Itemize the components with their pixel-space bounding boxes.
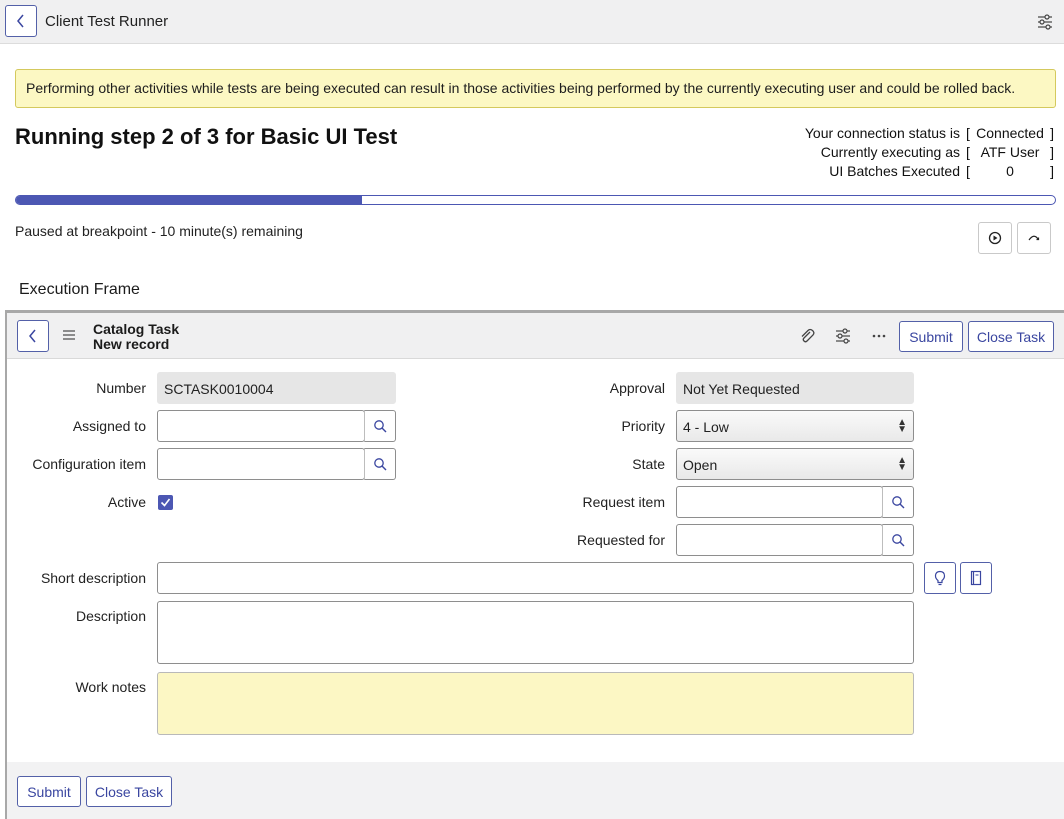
form-back-button[interactable] [17,320,49,352]
status-value: 0 [1006,163,1014,179]
approval-label: Approval [609,380,665,396]
requested-for-search-button[interactable] [882,524,914,556]
active-label: Active [107,494,146,510]
step-over-button[interactable] [1017,222,1051,254]
active-checkbox[interactable] [158,495,173,510]
checkmark-icon [160,498,171,507]
run-title: Running step 2 of 3 for Basic UI Test [15,124,398,149]
form-title: Catalog Task [93,321,180,337]
configuration-item-search-button[interactable] [364,448,396,480]
configuration-item-input[interactable] [157,448,365,480]
chevron-left-icon [29,329,36,343]
search-icon [374,458,387,471]
sort-arrows-icon: ▲ ▼ [897,417,907,435]
number-label: Number [96,380,146,396]
priority-value: 4 - Low [683,419,729,435]
assigned-to-label: Assigned to [72,418,146,434]
progress-fill [16,196,362,204]
status-label: UI Batches Executed [829,163,960,179]
work-notes-label: Work notes [75,679,146,695]
state-select[interactable]: Open ▲ ▼ [676,448,914,480]
priority-label: Priority [621,418,665,434]
chevron-left-icon [17,14,24,28]
status-label: Currently executing as [820,144,960,160]
footer-submit-button[interactable]: Submit [17,776,81,807]
sort-arrows-icon: ▲ ▼ [897,455,907,473]
book-icon [970,570,982,586]
warning-banner: Performing other activities while tests … [15,69,1056,108]
requested-for-label: Requested for [577,532,665,548]
hamburger-icon[interactable] [61,327,77,343]
search-icon [892,496,905,509]
footer-close-task-button[interactable]: Close Task [86,776,172,807]
paperclip-icon[interactable] [798,327,816,345]
request-item-input[interactable] [676,486,883,518]
form-subtitle: New record [93,336,170,352]
top-bar: Client Test Runner [0,0,1064,44]
description-label: Description [75,608,146,624]
close-task-button[interactable]: Close Task [968,321,1054,352]
number-field: SCTASK0010004 [157,372,396,404]
request-item-search-button[interactable] [882,486,914,518]
sliders-icon[interactable] [1036,13,1054,31]
requested-for-input[interactable] [676,524,883,556]
short-description-input[interactable] [157,562,914,594]
submit-button[interactable]: Submit [899,321,963,352]
knowledge-button[interactable] [960,562,992,594]
status-value: ATF User [980,144,1040,160]
page-title: Client Test Runner [45,13,169,30]
status-row: Your connection status is [Connected] [804,125,1054,141]
status-row: UI Batches Executed [0] [829,163,1054,179]
status-label: Your connection status is [804,125,960,141]
status-row: Currently executing as [ATF User] [820,144,1054,160]
approval-field: Not Yet Requested [676,372,914,404]
assigned-to-input[interactable] [157,410,365,442]
work-notes-textarea[interactable] [157,672,914,735]
paused-status: Paused at breakpoint - 10 minute(s) rema… [15,223,303,239]
request-item-label: Request item [582,494,665,510]
resume-button[interactable] [978,222,1012,254]
progress-bar [15,195,1056,205]
state-value: Open [683,457,718,473]
step-over-icon [1028,235,1040,241]
back-button[interactable] [5,5,37,37]
connection-status: Your connection status is [Connected] Cu… [805,124,1054,181]
priority-select[interactable]: 4 - Low ▲ ▼ [676,410,914,442]
form-header: Catalog Task New record Submit Close Tas… [7,313,1064,359]
description-textarea[interactable] [157,601,914,664]
search-icon [892,534,905,547]
more-options-icon[interactable] [870,327,888,345]
short-description-label: Short description [40,570,146,586]
lightbulb-icon [934,570,946,586]
search-icon [374,420,387,433]
play-icon [988,231,1002,245]
suggestion-button[interactable] [924,562,956,594]
state-label: State [632,456,665,472]
execution-frame-label: Execution Frame [19,281,140,298]
configuration-item-label: Configuration item [32,456,146,472]
status-value: Connected [976,125,1044,141]
assigned-to-search-button[interactable] [364,410,396,442]
sliders-icon[interactable] [834,327,852,345]
